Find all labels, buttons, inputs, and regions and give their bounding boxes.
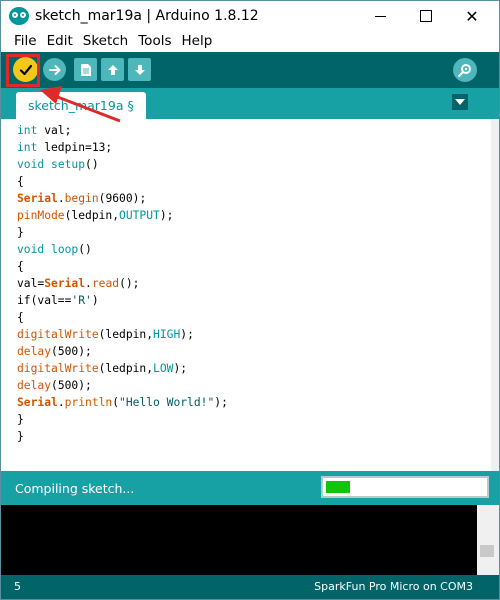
code-line: val=Serial.read(); [17, 277, 140, 290]
menu-tools[interactable]: Tools [133, 31, 176, 52]
progress-fill [326, 481, 350, 493]
code-line: pinMode(ledpin,OUTPUT); [17, 209, 174, 222]
code-line: void loop() [17, 243, 92, 256]
footer-bar: 5 SparkFun Pro Micro on COM3 [1, 575, 499, 599]
code-line: } [17, 413, 24, 426]
serial-monitor-button[interactable] [453, 58, 477, 82]
line-number: 5 [14, 580, 21, 593]
menu-bar: File Edit Sketch Tools Help [1, 31, 499, 52]
upload-button[interactable] [43, 58, 66, 81]
code-line: } [17, 226, 24, 239]
code-line: Serial.println("Hello World!"); [17, 396, 228, 409]
code-line: if(val=='R') [17, 294, 99, 307]
open-button[interactable] [101, 58, 124, 81]
minimize-icon [374, 15, 386, 17]
code-editor[interactable]: int val; int ledpin=13; void setup() { S… [1, 119, 491, 471]
close-icon: ✕ [465, 6, 479, 26]
board-port-label: SparkFun Pro Micro on COM3 [314, 580, 473, 593]
code-line: int val; [17, 124, 72, 137]
code-line: delay(500); [17, 379, 92, 392]
code-line: { [17, 175, 24, 188]
code-line: { [17, 311, 24, 324]
progress-bar [321, 476, 489, 498]
arduino-window: sketch_mar19a | Arduino 1.8.12 ✕ File Ed… [0, 0, 500, 600]
menu-help[interactable]: Help [177, 31, 218, 52]
upload-icon [48, 64, 60, 75]
title-bar: sketch_mar19a | Arduino 1.8.12 ✕ [1, 1, 499, 31]
code-line: void setup() [17, 158, 99, 171]
status-message: Compiling sketch... [15, 481, 135, 496]
maximize-button[interactable] [403, 1, 449, 31]
console-scrollbar[interactable] [477, 505, 499, 575]
code-content: int val; int ledpin=13; void setup() { S… [17, 122, 228, 445]
editor-scrollbar[interactable] [491, 119, 499, 471]
console-scrollbar-thumb[interactable] [480, 545, 494, 557]
code-line: digitalWrite(ledpin,LOW); [17, 362, 188, 375]
save-icon [134, 64, 145, 75]
menu-edit[interactable]: Edit [42, 31, 78, 52]
code-line: int ledpin=13; [17, 141, 113, 154]
arduino-logo-icon [9, 7, 29, 25]
toolbar [1, 52, 499, 88]
tab-strip: sketch_mar19a § [1, 88, 499, 119]
save-button[interactable] [128, 58, 151, 81]
console-output[interactable] [1, 505, 477, 575]
new-icon [80, 63, 91, 76]
code-line: Serial.begin(9600); [17, 192, 147, 205]
code-line: } [17, 430, 24, 443]
annotation-highlight-box [6, 54, 40, 87]
code-line: digitalWrite(ledpin,HIGH); [17, 328, 194, 341]
menu-sketch[interactable]: Sketch [78, 31, 133, 52]
close-button[interactable]: ✕ [449, 1, 495, 31]
open-icon [107, 64, 118, 75]
maximize-icon [420, 10, 432, 22]
menu-file[interactable]: File [1, 31, 42, 52]
code-line: { [17, 260, 24, 273]
tab-sketch[interactable]: sketch_mar19a § [16, 92, 146, 119]
serial-monitor-icon [457, 64, 471, 78]
minimize-button[interactable] [357, 1, 403, 31]
tab-menu-dropdown-icon[interactable] [452, 94, 468, 110]
code-line: delay(500); [17, 345, 92, 358]
new-button[interactable] [74, 58, 97, 81]
window-title: sketch_mar19a | Arduino 1.8.12 [35, 8, 259, 24]
